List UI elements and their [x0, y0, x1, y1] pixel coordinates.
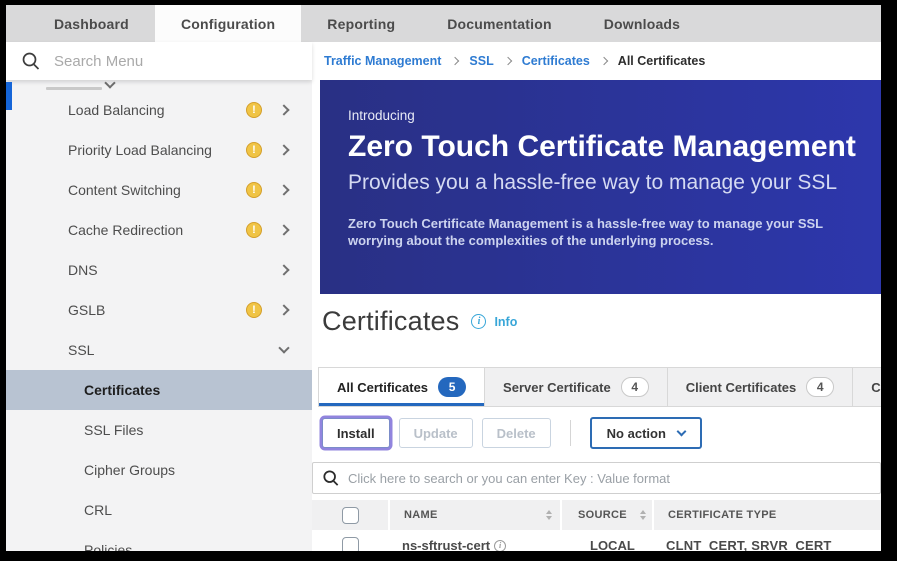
- toolbar: Install Update Delete No action: [318, 417, 881, 449]
- banner-subtitle: Provides you a hassle-free way to manage…: [348, 171, 881, 195]
- action-dropdown[interactable]: No action: [590, 417, 702, 449]
- chevron-right-icon: [503, 57, 511, 65]
- chevron-down-icon: [676, 427, 686, 437]
- select-all-checkbox[interactable]: [342, 507, 359, 524]
- info-icon[interactable]: i: [471, 314, 486, 329]
- sidebar-item-dns[interactable]: DNS: [6, 250, 312, 290]
- table-row[interactable]: ns-sftrust-cert LOCAL CLNT_CERT, SRVR_CE…: [312, 537, 881, 551]
- certificate-name: ns-sftrust-cert: [402, 538, 490, 551]
- warning-icon: [246, 302, 262, 318]
- delete-button[interactable]: Delete: [482, 418, 551, 448]
- nav-tab-downloads[interactable]: Downloads: [578, 5, 706, 42]
- select-all-cell: [312, 500, 388, 530]
- row-checkbox[interactable]: [342, 537, 359, 551]
- table-header: NAME SOURCE CERTIFICATE TYPE: [312, 500, 881, 530]
- chevron-right-icon: [278, 224, 289, 235]
- tab-all-certificates[interactable]: All Certificates 5: [318, 367, 485, 407]
- warning-icon: [246, 222, 262, 238]
- banner-body: Zero Touch Certificate Management is a h…: [348, 215, 881, 249]
- sidebar-item-ssl-files[interactable]: SSL Files: [6, 410, 312, 450]
- info-link[interactable]: Info: [494, 315, 517, 329]
- sidebar-item-content-switching[interactable]: Content Switching: [6, 170, 312, 210]
- breadcrumb-current: All Certificates: [618, 54, 706, 68]
- banner-title: Zero Touch Certificate Management: [348, 130, 881, 164]
- column-header-name[interactable]: NAME: [390, 500, 560, 530]
- chevron-down-icon: [278, 342, 289, 353]
- sidebar-menu: Load Balancing Priority Load Balancing C…: [6, 80, 312, 551]
- sidebar: Load Balancing Priority Load Balancing C…: [6, 42, 312, 551]
- top-nav: Dashboard Configuration Reporting Docume…: [6, 5, 881, 42]
- table-search[interactable]: [312, 462, 881, 494]
- chevron-down-icon: [104, 80, 115, 89]
- tab-ca-certificates[interactable]: CA Ce: [853, 367, 881, 407]
- sidebar-item-load-balancing[interactable]: Load Balancing: [6, 90, 312, 130]
- chevron-right-icon: [278, 104, 289, 115]
- nav-tab-configuration[interactable]: Configuration: [155, 5, 301, 42]
- breadcrumb-link-ssl[interactable]: SSL: [469, 54, 493, 68]
- breadcrumb: Traffic Management SSL Certificates All …: [312, 42, 881, 80]
- install-button[interactable]: Install: [322, 418, 390, 448]
- sort-icon[interactable]: [640, 510, 646, 520]
- warning-icon: [246, 102, 262, 118]
- update-button[interactable]: Update: [399, 418, 473, 448]
- banner-eyebrow: Introducing: [348, 108, 881, 123]
- count-badge: 4: [621, 377, 649, 397]
- column-header-certificate-type[interactable]: CERTIFICATE TYPE: [654, 500, 881, 530]
- content-area: Traffic Management SSL Certificates All …: [312, 42, 881, 551]
- nav-tab-reporting[interactable]: Reporting: [301, 5, 421, 42]
- sidebar-item-priority-load-balancing[interactable]: Priority Load Balancing: [6, 130, 312, 170]
- sidebar-item-ssl[interactable]: SSL: [6, 330, 312, 370]
- certificate-tabs: All Certificates 5 Server Certificate 4 …: [318, 367, 881, 407]
- app-window: Dashboard Configuration Reporting Docume…: [6, 5, 881, 551]
- certificate-info-icon[interactable]: [494, 540, 506, 552]
- count-badge: 4: [806, 377, 834, 397]
- sidebar-search[interactable]: [6, 42, 312, 80]
- sidebar-item-certificates[interactable]: Certificates: [6, 370, 312, 410]
- search-icon: [22, 52, 40, 70]
- tab-server-certificate[interactable]: Server Certificate 4: [485, 367, 668, 407]
- chevron-right-icon: [278, 304, 289, 315]
- page-title-row: Certificates i Info: [312, 306, 881, 337]
- breadcrumb-link-certificates[interactable]: Certificates: [522, 54, 590, 68]
- chevron-right-icon: [600, 57, 608, 65]
- column-header-source[interactable]: SOURCE: [562, 500, 652, 530]
- nav-tab-dashboard[interactable]: Dashboard: [28, 5, 155, 42]
- chevron-right-icon: [451, 57, 459, 65]
- sidebar-item-cipher-groups[interactable]: Cipher Groups: [6, 450, 312, 490]
- sidebar-item-policies[interactable]: Policies: [6, 530, 312, 551]
- sort-icon[interactable]: [546, 510, 552, 520]
- toolbar-divider: [570, 420, 571, 446]
- count-badge: 5: [438, 377, 466, 397]
- page-title: Certificates: [322, 306, 459, 337]
- sidebar-scrollbar-thumb[interactable]: [6, 82, 12, 110]
- sidebar-item-crl[interactable]: CRL: [6, 490, 312, 530]
- clipped-menu-item: [6, 80, 312, 90]
- sidebar-item-gslb[interactable]: GSLB: [6, 290, 312, 330]
- promo-banner: Introducing Zero Touch Certificate Manag…: [320, 80, 881, 294]
- table-search-input[interactable]: [348, 471, 870, 486]
- breadcrumb-link-traffic-management[interactable]: Traffic Management: [324, 54, 441, 68]
- warning-icon: [246, 142, 262, 158]
- certificate-type: CLNT_CERT, SRVR_CERT: [650, 538, 881, 551]
- sidebar-item-cache-redirection[interactable]: Cache Redirection: [6, 210, 312, 250]
- chevron-right-icon: [278, 144, 289, 155]
- warning-icon: [246, 182, 262, 198]
- search-icon: [323, 470, 339, 486]
- chevron-right-icon: [278, 264, 289, 275]
- certificate-source: LOCAL: [560, 538, 650, 551]
- sidebar-search-input[interactable]: [54, 53, 296, 70]
- chevron-right-icon: [278, 184, 289, 195]
- tab-client-certificates[interactable]: Client Certificates 4: [668, 367, 854, 407]
- nav-tab-documentation[interactable]: Documentation: [421, 5, 578, 42]
